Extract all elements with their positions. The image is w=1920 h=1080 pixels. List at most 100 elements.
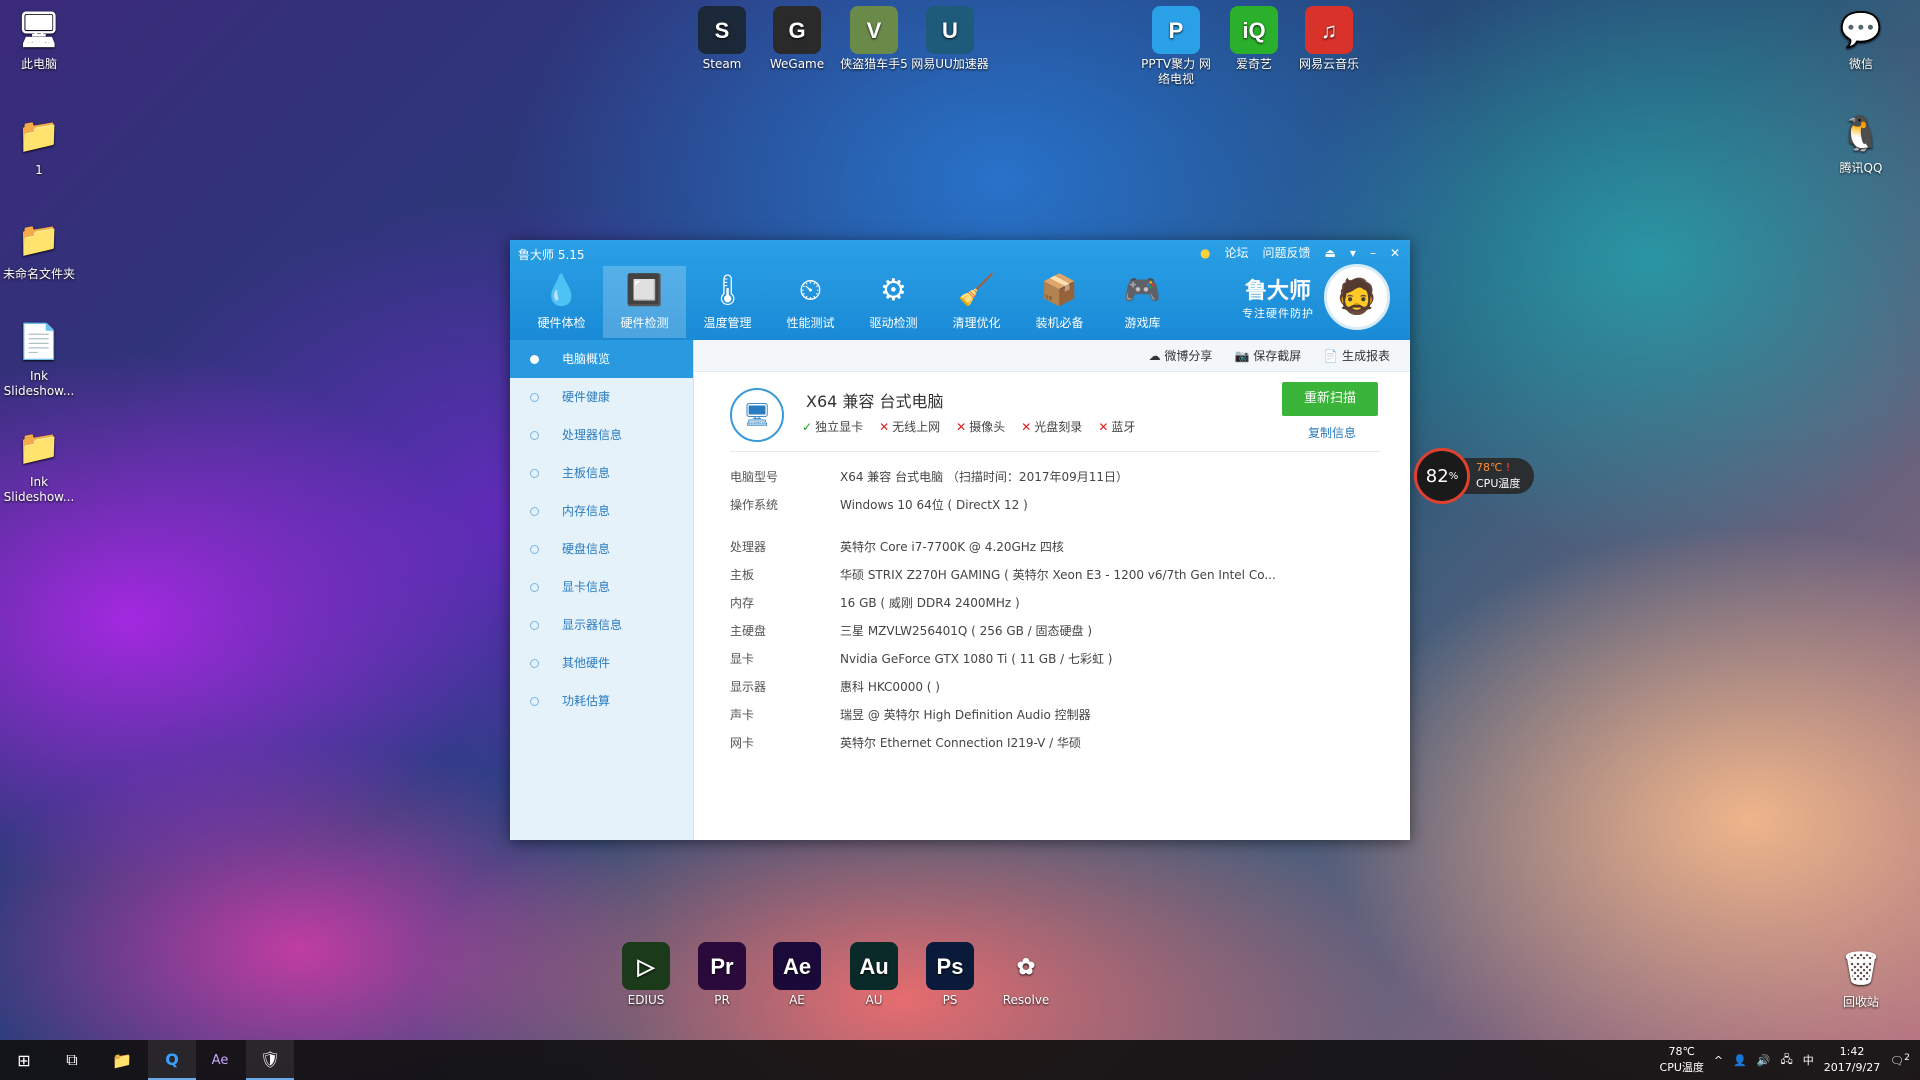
- desktop-icon-app[interactable]: ✿ Resolve: [987, 942, 1065, 1008]
- desktop-icon-right[interactable]: 💬 微信: [1822, 6, 1900, 72]
- desktop-icon-recycle-bin[interactable]: 🗑 回收站: [1822, 944, 1900, 1010]
- tool-4[interactable]: ⚙ 驱动检测: [852, 266, 935, 338]
- start-button[interactable]: ⊞: [0, 1040, 48, 1080]
- top-icon: iQ: [1230, 6, 1278, 54]
- taskbar-ludashi[interactable]: 🛡: [246, 1040, 294, 1080]
- clock-date: 2017/9/27: [1823, 1061, 1881, 1074]
- tool-label: 温度管理: [703, 316, 752, 330]
- tool-icon: 📦: [1040, 272, 1079, 308]
- sidebar-item[interactable]: 硬盘信息: [510, 530, 693, 568]
- cross-icon: ✕: [1098, 420, 1109, 434]
- sidebar-item[interactable]: 其他硬件: [510, 644, 693, 682]
- tool-5[interactable]: 🧹 清理优化: [935, 266, 1018, 338]
- feature-label: 光盘刻录: [1034, 420, 1083, 434]
- info-key: 电脑型号: [730, 469, 779, 484]
- desktop-icon-left[interactable]: 📁 未命名文件夹: [0, 216, 78, 282]
- feature-item: ✕ 光盘刻录: [1021, 418, 1082, 435]
- desktop-icon-top[interactable]: S Steam: [683, 6, 761, 72]
- medal-icon[interactable]: ●: [1200, 246, 1210, 260]
- minimize-button[interactable]: –: [1370, 246, 1376, 260]
- cpu-gauge-widget[interactable]: 78℃ ! CPU温度 82%: [1414, 448, 1534, 504]
- skin-icon[interactable]: ⏏: [1325, 246, 1336, 260]
- taskbar-browser[interactable]: Q: [148, 1040, 196, 1080]
- desktop-icon-top[interactable]: G WeGame: [758, 6, 836, 72]
- sidebar-item[interactable]: 硬件健康: [510, 378, 693, 416]
- info-key: 声卡: [730, 707, 755, 722]
- volume-icon[interactable]: 🔊: [1757, 1054, 1771, 1067]
- sidebar-item[interactable]: 显卡信息: [510, 568, 693, 606]
- tool-6[interactable]: 📦 装机必备: [1018, 266, 1101, 338]
- desktop-icon-left[interactable]: 📁 Ink Slideshow...: [0, 424, 78, 505]
- info-key: 显示器: [730, 679, 767, 694]
- sidebar-item[interactable]: 主板信息: [510, 454, 693, 492]
- action-bar: ☁ 微博分享 📷 保存截屏 📄 生成报表: [694, 340, 1410, 372]
- info-key: 操作系统: [730, 497, 779, 512]
- tool-1[interactable]: 🔲 硬件检测: [603, 266, 686, 338]
- desktop-icon-app[interactable]: Au AU: [835, 942, 913, 1008]
- info-value: Windows 10 64位 ( DirectX 12 ): [840, 497, 1028, 512]
- desktop-icon-right[interactable]: 🐧 腾讯QQ: [1822, 110, 1900, 176]
- top-icon: S: [698, 6, 746, 54]
- clock[interactable]: 1:42 2017/9/27: [1824, 1044, 1880, 1076]
- task-view-button[interactable]: ⧉: [48, 1040, 96, 1080]
- tool-7[interactable]: 🎮 游戏库: [1101, 266, 1184, 338]
- desktop-icon-top[interactable]: P PPTV聚力 网络电视: [1137, 6, 1215, 87]
- menu-icon[interactable]: ▾: [1350, 246, 1356, 260]
- copy-info-link[interactable]: 复制信息: [1308, 424, 1356, 441]
- info-key: 网卡: [730, 735, 755, 750]
- cpu-usage-value: 82: [1425, 465, 1449, 487]
- desktop-icon-left[interactable]: 🖥 此电脑: [0, 6, 78, 72]
- tool-label: 装机必备: [1035, 316, 1084, 330]
- ludashi-window: 鲁大师 5.15 ● 论坛 问题反馈 ⏏ ▾ – ✕ 💧 硬件体检 🔲 硬件检测 🌡 温度…: [510, 240, 1410, 840]
- desktop-icon-app[interactable]: ▷ EDIUS: [607, 942, 685, 1008]
- tool-2[interactable]: 🌡 温度管理: [686, 266, 769, 338]
- left-icon: 🖥: [17, 10, 61, 49]
- tray-people-icon[interactable]: 👤: [1733, 1054, 1747, 1067]
- forum-link[interactable]: 论坛: [1225, 244, 1249, 261]
- cpu-usage-circle: 82%: [1414, 448, 1470, 504]
- desktop-icon-top[interactable]: ♫ 网易云音乐: [1290, 6, 1368, 72]
- tool-label: 性能测试: [786, 316, 835, 330]
- save-screenshot-button[interactable]: 📷 保存截屏: [1234, 347, 1301, 364]
- sidebar-item[interactable]: 显示器信息: [510, 606, 693, 644]
- taskbar-explorer[interactable]: 📁: [98, 1040, 146, 1080]
- desktop-icon-app[interactable]: Ae AE: [758, 942, 836, 1008]
- ime-indicator[interactable]: 中: [1803, 1052, 1814, 1068]
- generate-report-button[interactable]: 📄 生成报表: [1323, 347, 1390, 364]
- taskbar-after-effects[interactable]: Ae: [196, 1040, 244, 1080]
- cross-icon: ✕: [879, 420, 890, 434]
- desktop-icon-label: 网易云音乐: [1298, 57, 1359, 71]
- top-icon: V: [850, 6, 898, 54]
- desktop-icon-top[interactable]: iQ 爱奇艺: [1215, 6, 1293, 72]
- notification-icon[interactable]: 🗨2: [1890, 1052, 1910, 1068]
- desktop-icon-left[interactable]: 📁 1: [0, 112, 78, 178]
- info-row: 显示器 惠科 HKC0000 ( ): [730, 672, 1390, 700]
- tray-chevron-icon[interactable]: ^: [1714, 1054, 1723, 1067]
- tool-3[interactable]: ⏲ 性能测试: [769, 266, 852, 338]
- sidebar-item[interactable]: 处理器信息: [510, 416, 693, 454]
- info-key: 处理器: [730, 539, 767, 554]
- network-icon[interactable]: 🖧: [1781, 1051, 1793, 1070]
- app-icon: Ps: [926, 942, 974, 990]
- tray-cpu-temp[interactable]: 78℃ CPU温度: [1660, 1044, 1704, 1076]
- desktop-icon-app[interactable]: Ps PS: [911, 942, 989, 1008]
- sidebar-item[interactable]: 电脑概览: [510, 340, 693, 378]
- desktop-icon-left[interactable]: 📄 Ink Slideshow...: [0, 318, 78, 399]
- desktop-icon-top[interactable]: U 网易UU加速器: [911, 6, 989, 72]
- sidebar-item[interactable]: 功耗估算: [510, 682, 693, 720]
- close-button[interactable]: ✕: [1390, 246, 1400, 260]
- feedback-link[interactable]: 问题反馈: [1263, 244, 1311, 261]
- desktop-icon-label: PR: [714, 993, 730, 1007]
- tool-label: 清理优化: [952, 316, 1001, 330]
- tool-0[interactable]: 💧 硬件体检: [520, 266, 603, 338]
- info-row: 主硬盘 三星 MZVLW256401Q ( 256 GB / 固态硬盘 ): [730, 616, 1390, 644]
- tray-temp-value: 78℃: [1668, 1045, 1695, 1058]
- desktop-icon-top[interactable]: V 侠盗猎车手5: [835, 6, 913, 72]
- info-row: 处理器 英特尔 Core i7-7700K @ 4.20GHz 四核: [730, 532, 1390, 560]
- rescan-button[interactable]: 重新扫描: [1282, 382, 1378, 416]
- monitor-icon: 🖥: [730, 388, 784, 442]
- desktop-icon-app[interactable]: Pr PR: [683, 942, 761, 1008]
- weibo-share-button[interactable]: ☁ 微博分享: [1149, 347, 1213, 364]
- sidebar-item[interactable]: 内存信息: [510, 492, 693, 530]
- info-key: 主硬盘: [730, 623, 767, 638]
